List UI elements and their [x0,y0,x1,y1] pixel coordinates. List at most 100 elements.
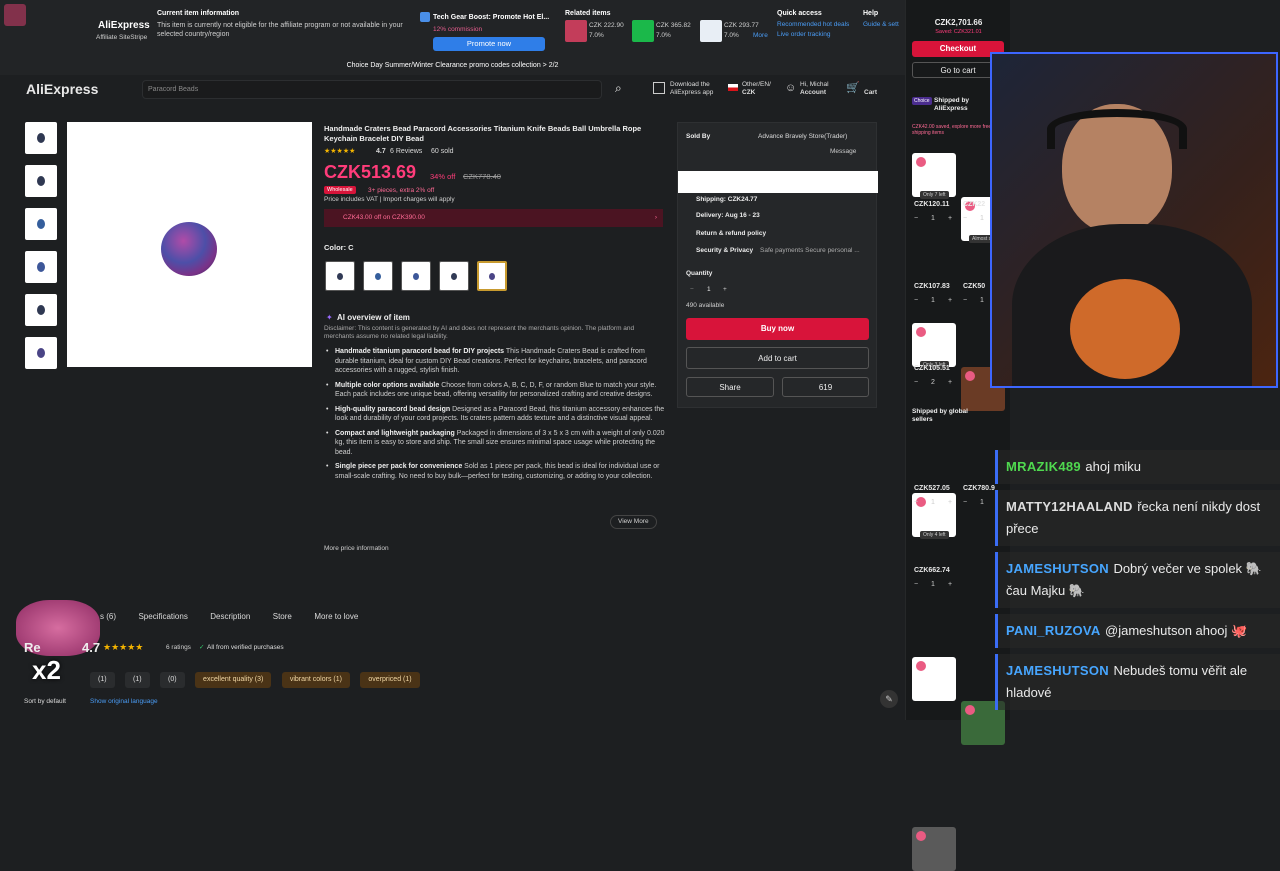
site-logo[interactable]: AliExpress [26,81,98,97]
cart-item-qty[interactable]: 1 [931,581,935,588]
quantity-increase-button[interactable]: + [723,286,727,294]
cart-item-increase[interactable]: + [948,297,952,304]
account-label[interactable]: Account [800,89,826,97]
related-item-thumb[interactable] [700,20,722,42]
tab-specifications[interactable]: Specifications [138,612,187,621]
download-app-link[interactable]: Download the AliExpress app [670,81,720,97]
chat-username: MATTY12HAALAND [1006,499,1133,514]
edit-icon[interactable]: ✎ [880,690,898,708]
shipped-by-aliexpress: Shipped by AliExpress [934,97,970,112]
help-link[interactable]: Guide & sett [863,21,899,29]
gallery-thumb[interactable] [25,122,57,154]
cart-item-qty[interactable]: 1 [980,215,984,222]
account-greeting[interactable]: Hi, Michal [800,81,829,89]
thumbnail-strip [25,122,57,369]
related-item-pct: 7.0% [724,32,739,39]
store-link[interactable]: Advance Bravely Store(Trader) [758,133,847,141]
related-item-price: CZK 222.90 [589,22,624,29]
tab-description[interactable]: Description [210,612,250,621]
region-top[interactable]: Other/EN/ [742,81,771,89]
cart-item-decrease[interactable]: − [914,581,918,588]
product-price: CZK513.69 [324,162,417,182]
cart-item-decrease[interactable]: − [963,499,967,506]
chat-username: PANI_RUZOVA [1006,623,1101,638]
color-swatch[interactable] [401,261,431,291]
tab-reviews[interactable]: s (6) [100,612,116,621]
search-icon[interactable]: ⌕ [615,81,622,96]
cart-item-decrease[interactable]: − [963,215,967,222]
quantity-decrease-button[interactable]: − [690,286,694,294]
show-original-language-link[interactable]: Show original language [90,698,158,706]
add-to-cart-button[interactable]: Add to cart [686,347,869,369]
related-item-price: CZK 365.82 [656,22,691,29]
share-button[interactable]: Share [686,377,774,397]
gallery-thumb[interactable] [25,294,57,326]
cart-item-thumb[interactable] [912,657,956,701]
cart-item-decrease[interactable]: − [914,297,918,304]
filter-photos[interactable]: (1) [90,672,115,688]
cart-item-increase[interactable]: + [948,379,952,386]
region-currency[interactable]: CZK [742,89,755,97]
cart-item-qty[interactable]: 1 [931,215,935,222]
cart-icon[interactable]: 🛒 [846,81,860,94]
cart-item-qty[interactable]: 1 [980,297,984,304]
sort-dropdown[interactable]: Sort by default [24,698,66,706]
filter-tag[interactable]: vibrant colors (1) [281,672,350,688]
message-link[interactable]: Message [830,148,856,156]
chat-username: JAMESHUTSON [1006,561,1109,576]
cart-item-thumb[interactable]: Only 7 left [912,153,956,199]
coupon-bar[interactable]: CZK43.00 off on CZK390.00 › [324,209,663,227]
return-policy-link[interactable]: Return & refund policy [696,230,766,238]
wholesale-badge: Wholesale [324,186,356,194]
shipping-cost[interactable]: Shipping: CZK24.77 [696,196,757,204]
gallery-thumb[interactable] [25,165,57,197]
cart-item-qty[interactable]: 2 [931,379,935,386]
search-input[interactable]: Paracord Beads [142,80,602,99]
filter-country[interactable]: (1) [125,672,150,688]
color-swatch-selected[interactable] [477,261,507,291]
main-product-image[interactable] [67,122,312,367]
affiliate-subtitle: Affiliate SiteStripe [96,34,148,41]
color-swatch[interactable] [363,261,393,291]
cart-item-thumb[interactable]: Only 3 left [912,323,956,369]
cart-item-qty[interactable]: 1 [931,297,935,304]
promote-now-button[interactable]: Promote now [433,37,545,51]
tab-store[interactable]: Store [273,612,292,621]
related-item-thumb[interactable] [632,20,654,42]
cart-item-increase[interactable]: + [948,215,952,222]
cart-link[interactable]: Cart [864,89,877,97]
buy-now-button[interactable]: Buy now [686,318,869,340]
cart-item-decrease[interactable]: − [914,215,918,222]
quick-link-order-tracking[interactable]: Live order tracking [777,31,830,39]
security-privacy-link[interactable]: Security & Privacy [696,247,753,255]
quick-link-hot-deals[interactable]: Recommended hot deals [777,21,849,29]
filter-comments[interactable]: (0) [160,672,185,688]
reviews-link[interactable]: 6 Reviews [390,148,422,155]
gallery-thumb[interactable] [25,251,57,283]
cart-item-decrease[interactable]: − [914,499,918,506]
cart-item-decrease[interactable]: − [914,379,918,386]
color-swatch[interactable] [325,261,355,291]
gallery-thumb[interactable] [25,208,57,240]
tab-more-to-love[interactable]: More to love [314,612,358,621]
filter-tag[interactable]: overpriced (1) [360,672,420,688]
color-swatch[interactable] [439,261,469,291]
filter-tag[interactable]: excellent quality (3) [195,672,272,688]
related-item-thumb[interactable] [565,20,587,42]
ai-bullet: High-quality paracord bead design Design… [325,405,665,424]
quantity-value[interactable]: 1 [707,286,711,294]
view-more-button[interactable]: View More [610,515,657,529]
cart-item-qty[interactable]: 1 [931,499,935,506]
cart-item-decrease[interactable]: − [963,297,967,304]
stream-chat: MRAZIK489 ahoj miku MATTY12HAALAND řecka… [995,450,1280,720]
gallery-thumb[interactable] [25,337,57,369]
more-price-info-link[interactable]: More price information [324,545,389,553]
cart-item-increase[interactable]: + [948,581,952,588]
cart-item-qty[interactable]: 1 [980,499,984,506]
wishlist-button[interactable]: 619 [782,377,869,397]
ai-overview-title: AI overview of item [337,313,410,322]
related-more-link[interactable]: More [753,32,768,40]
cart-item-increase[interactable]: + [948,499,952,506]
cart-item-thumb[interactable] [912,827,956,871]
promo-banner[interactable]: Choice Day Summer/Winter Clearance promo… [0,61,905,70]
